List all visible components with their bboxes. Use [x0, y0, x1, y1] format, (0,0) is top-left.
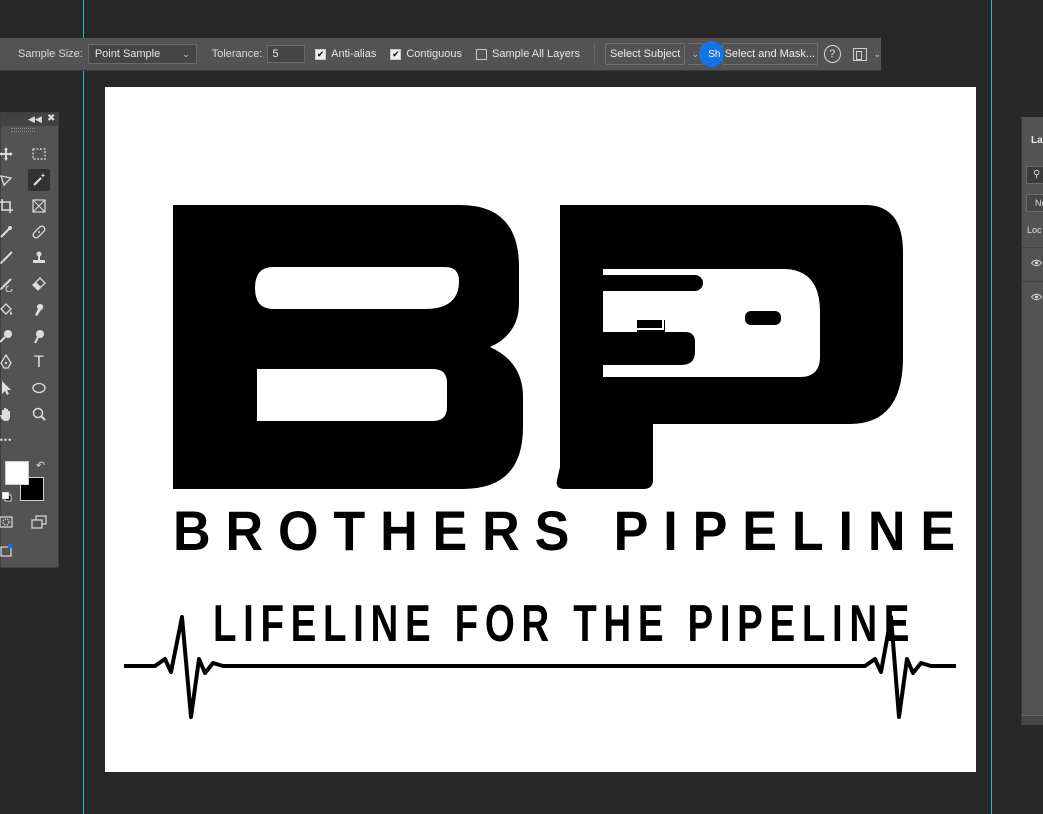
sample-size-select[interactable]: Point Sample ⌄ [87, 44, 197, 64]
sharpen-tool-icon[interactable] [28, 325, 50, 347]
tolerance-label: Tolerance: [211, 48, 263, 60]
tolerance-input[interactable]: 5 [267, 45, 306, 63]
document-canvas[interactable]: BROTHERS PIPELINE LIFELINE FOR THE PIPEL… [105, 87, 976, 772]
anti-alias-label: Anti-alias [331, 48, 377, 60]
marquee-tool-icon[interactable] [28, 143, 50, 165]
smudge-tool-icon[interactable] [28, 299, 50, 321]
panel-grip[interactable] [11, 128, 35, 132]
healing-brush-tool-icon[interactable] [28, 221, 50, 243]
blend-mode-select[interactable]: No [1026, 194, 1043, 212]
pipe-upper [573, 275, 703, 291]
crop-tool-icon[interactable] [0, 195, 17, 217]
layers-tab[interactable]: Lay [1031, 135, 1043, 146]
guide-left[interactable] [83, 0, 84, 814]
contiguous-checkbox[interactable]: ✔ Contiguous [390, 48, 462, 60]
pipe-hook [745, 311, 781, 325]
divider [594, 43, 596, 65]
sample-size-label: Sample Size: [18, 48, 83, 60]
guide-right[interactable] [991, 0, 992, 814]
contiguous-label: Contiguous [406, 48, 463, 60]
type-tool-icon[interactable]: T [28, 351, 50, 373]
lasso-tool-icon[interactable] [0, 169, 17, 191]
move-tool-icon[interactable] [0, 143, 17, 165]
artboard-icon[interactable] [0, 539, 17, 561]
hand-tool-icon[interactable] [0, 403, 17, 425]
layer-row[interactable] [1022, 247, 1043, 281]
eye-icon[interactable] [1031, 259, 1042, 267]
tools-panel-header: ◀◀ ✖ [1, 113, 58, 126]
dodge-tool-icon[interactable] [0, 325, 17, 347]
tagline-text: LIFELINE FOR THE PIPELINE [213, 595, 917, 653]
options-bar: Sample Size: Point Sample ⌄ Tolerance: 5… [0, 38, 881, 71]
workspace: Sample Size: Point Sample ⌄ Tolerance: 5… [0, 0, 1043, 814]
more-tools-icon[interactable]: ••• [0, 429, 17, 451]
chevron-down-icon[interactable]: ⌄ [873, 49, 881, 60]
chevron-down-icon: ⌄ [691, 48, 700, 59]
panel-layout-icon[interactable] [852, 47, 868, 61]
foreground-color-swatch[interactable] [5, 461, 29, 485]
close-icon[interactable]: ✖ [47, 113, 55, 125]
eyedropper-tool-icon[interactable] [0, 221, 17, 243]
layer-row[interactable] [1022, 281, 1043, 315]
screen-mode-icon[interactable] [28, 511, 50, 533]
select-subject-button[interactable]: Select Subject [605, 43, 686, 65]
lock-label: Loc [1027, 225, 1042, 235]
frame-tool-icon[interactable] [28, 195, 50, 217]
eye-icon[interactable] [1031, 293, 1042, 301]
check-icon: ✔ [390, 48, 402, 60]
chevron-down-icon: ⌄ [182, 48, 190, 59]
sample-all-layers-checkbox[interactable]: Sample All Layers [476, 48, 580, 60]
search-icon: ⚲ [1033, 169, 1041, 180]
help-icon[interactable]: ? [823, 45, 841, 63]
sample-all-layers-label: Sample All Layers [492, 48, 581, 60]
history-brush-tool-icon[interactable] [0, 273, 17, 295]
brush-tool-icon[interactable] [0, 247, 17, 269]
eraser-tool-icon[interactable] [28, 273, 50, 295]
collapse-icon[interactable]: ◀◀ [28, 113, 42, 125]
default-colors-icon[interactable] [2, 492, 12, 502]
layers-panel-footer [1022, 715, 1043, 725]
clone-stamp-tool-icon[interactable] [28, 247, 50, 269]
layers-panel: Lay ⚲ No Loc [1021, 117, 1043, 725]
sample-size-value: Point Sample [94, 48, 161, 60]
path-selection-tool-icon[interactable] [0, 377, 17, 399]
anti-alias-checkbox[interactable]: ✔ Anti-alias [315, 48, 376, 60]
company-name-text: BROTHERS PIPELINE [173, 499, 970, 562]
magic-wand-tool-icon[interactable] [28, 169, 50, 191]
tools-panel: ◀◀ ✖ T ••• ↶ [0, 112, 59, 568]
letter-b-shape [173, 205, 523, 489]
tooltip-badge: Sh [699, 41, 724, 67]
ellipse-tool-icon[interactable] [28, 377, 50, 399]
layer-filter-search[interactable]: ⚲ [1026, 166, 1043, 184]
pen-tool-icon[interactable] [0, 351, 17, 373]
quick-mask-icon[interactable] [0, 511, 17, 533]
paint-bucket-tool-icon[interactable] [0, 299, 17, 321]
bp-monogram-logo [124, 205, 956, 719]
unchecked-box-icon [476, 48, 488, 60]
swap-colors-icon[interactable]: ↶ [36, 459, 45, 472]
zoom-tool-icon[interactable] [28, 403, 50, 425]
select-and-mask-button[interactable]: Select and Mask... [721, 43, 818, 65]
check-icon: ✔ [315, 48, 327, 60]
